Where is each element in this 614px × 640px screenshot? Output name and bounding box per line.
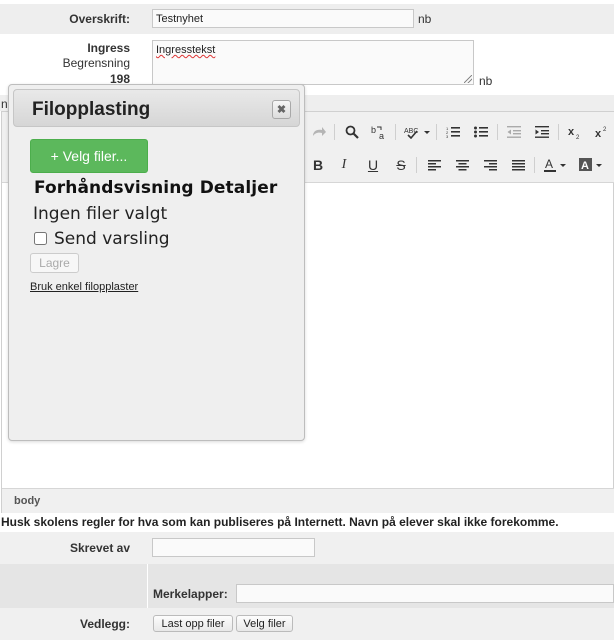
editor-path: body	[14, 495, 41, 507]
preview-heading: Forhåndsvisning Detaljer	[34, 178, 278, 198]
vedlegg-label: Vedlegg:	[79, 617, 130, 631]
justify-icon[interactable]	[507, 155, 529, 175]
merkelapper-label: Merkelapper:	[153, 587, 228, 601]
dialog-titlebar[interactable]: Filopplasting ✖	[13, 89, 300, 127]
editor-statusbar	[2, 488, 614, 513]
svg-text:b: b	[371, 125, 376, 135]
toolbar-separator	[416, 157, 417, 173]
bullet-list-icon[interactable]	[470, 122, 492, 142]
send-notice-checkbox[interactable]	[34, 232, 47, 245]
svg-text:A: A	[545, 157, 553, 171]
choose-files-button[interactable]: + Velg filer...	[30, 139, 148, 173]
save-button[interactable]: Lagre	[30, 253, 79, 273]
bold-icon[interactable]: B	[307, 155, 329, 175]
overskrift-lang: nb	[418, 12, 432, 26]
toolbar-separator	[395, 124, 396, 140]
skrevet-av-input[interactable]	[152, 538, 315, 557]
text-color-icon[interactable]: A	[541, 155, 569, 175]
numbered-list-icon[interactable]: 123	[442, 122, 464, 142]
superscript-icon[interactable]: x2	[591, 122, 613, 142]
italic-icon[interactable]: I	[333, 155, 355, 175]
svg-text:2: 2	[576, 135, 580, 139]
merkelapper-divider	[147, 564, 148, 608]
background-color-icon[interactable]: A	[576, 155, 606, 175]
replace-icon[interactable]: ba	[368, 122, 390, 142]
left-edge-text: n	[1, 97, 8, 111]
simple-uploader-link[interactable]: Bruk enkel filopplaster	[30, 281, 138, 293]
skrevet-av-label: Skrevet av	[69, 541, 130, 555]
outdent-icon[interactable]	[503, 122, 525, 142]
ingress-label: Ingress	[87, 41, 130, 55]
toolbar-separator	[436, 124, 437, 140]
ingress-lang: nb	[479, 74, 493, 88]
spellcheck-icon[interactable]: ABC	[403, 122, 431, 142]
ingress-text: Ingresstekst	[156, 44, 216, 56]
underline-icon[interactable]: U	[362, 155, 384, 175]
align-center-icon[interactable]	[451, 155, 473, 175]
toolbar-separator	[334, 124, 335, 140]
close-icon[interactable]: ✖	[272, 100, 291, 119]
rules-notice: Husk skolens regler for hva som kan publ…	[1, 515, 559, 529]
ingress-textarea[interactable]: Ingresstekst	[152, 40, 474, 85]
toolbar-separator	[534, 157, 535, 173]
file-upload-dialog: Filopplasting ✖ + Velg filer... Forhånds…	[8, 84, 305, 441]
begrensning-label: Begrensning	[62, 56, 130, 70]
indent-icon[interactable]	[531, 122, 553, 142]
resize-handle-icon[interactable]	[464, 75, 472, 83]
no-files-text: Ingen filer valgt	[33, 204, 168, 224]
send-notice-label: Send varsling	[54, 229, 170, 249]
svg-text:a: a	[379, 131, 384, 140]
align-left-icon[interactable]	[423, 155, 445, 175]
svg-text:x: x	[595, 128, 602, 139]
merkelapper-input[interactable]	[236, 584, 614, 603]
svg-text:3: 3	[446, 134, 449, 138]
svg-text:x: x	[568, 126, 575, 138]
find-icon[interactable]	[341, 122, 363, 142]
redo-icon[interactable]	[308, 122, 330, 142]
dialog-title: Filopplasting	[32, 99, 151, 120]
subscript-icon[interactable]: x2	[564, 122, 586, 142]
upload-files-button[interactable]: Last opp filer	[153, 615, 233, 632]
toolbar-separator	[497, 124, 498, 140]
svg-text:2: 2	[603, 127, 607, 133]
overskrift-label: Overskrift:	[69, 12, 130, 26]
align-right-icon[interactable]	[479, 155, 501, 175]
svg-text:A: A	[581, 160, 589, 172]
overskrift-input[interactable]	[152, 9, 414, 28]
choose-files-form-button[interactable]: Velg filer	[236, 615, 293, 632]
strikethrough-icon[interactable]: S	[390, 155, 412, 175]
toolbar-separator	[558, 124, 559, 140]
